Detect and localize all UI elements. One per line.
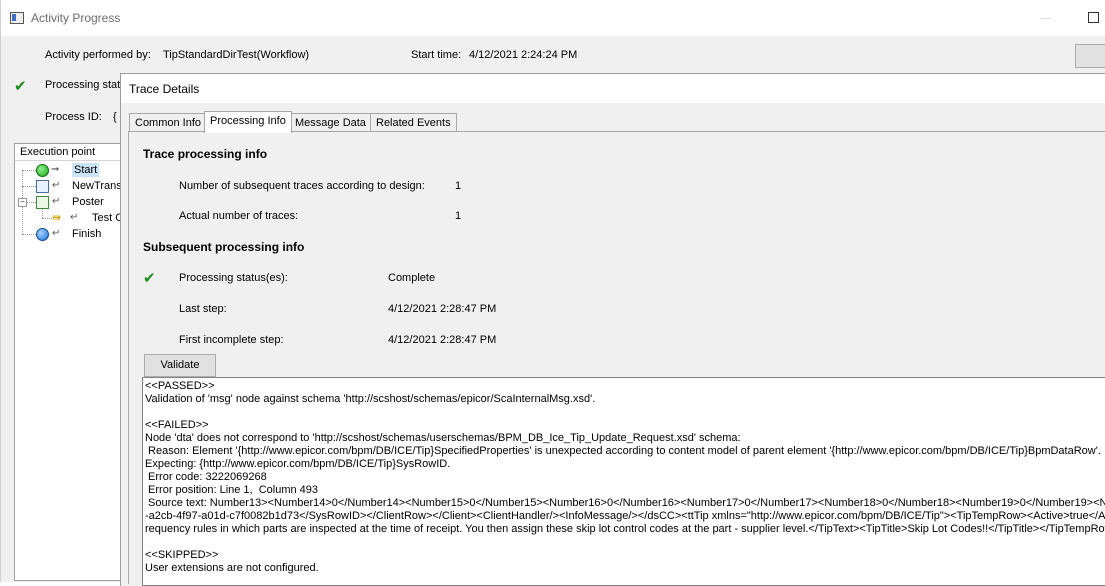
process-id-value: { xyxy=(113,111,117,123)
validation-log[interactable]: <<PASSED>> Validation of 'msg' node agai… xyxy=(142,377,1105,586)
processing-status-label: Processing stat xyxy=(45,79,121,91)
complete-check-icon: ✔ xyxy=(143,270,156,287)
last-step-value: 4/12/2021 2:28:47 PM xyxy=(388,303,497,315)
execution-header-label: Execution point xyxy=(20,146,96,158)
log-line: User extensions are not configured. xyxy=(145,562,319,574)
processing-info-panel: Trace processing info Number of subseque… xyxy=(128,131,1105,586)
actual-traces-label: Actual number of traces: xyxy=(179,210,299,222)
return-arrow-icon: ↵ xyxy=(52,228,61,239)
window-title: Activity Progress xyxy=(31,11,121,25)
subsequent-processing-heading: Subsequent processing info xyxy=(143,240,305,254)
log-line: Expecting: {http://www.epicor.com/bpm/DB… xyxy=(145,458,451,470)
log-line: Reason: Element '{http://www.epicor.com/… xyxy=(145,445,1101,457)
minimize-button[interactable] xyxy=(1041,18,1051,19)
tree-item-label: Finish xyxy=(72,228,102,240)
process-id-label: Process ID: xyxy=(45,111,102,123)
subsequent-traces-value: 1 xyxy=(455,180,462,192)
log-line: <<PASSED>> xyxy=(145,380,215,392)
top-right-button[interactable] xyxy=(1075,44,1105,68)
log-line: Source text: Number13><Number14>0</Numbe… xyxy=(145,497,1105,509)
tree-line xyxy=(42,218,52,219)
execution-header[interactable]: Execution point xyxy=(15,144,127,161)
poster-icon xyxy=(36,196,49,209)
start-time-value: 4/12/2021 2:24:24 PM xyxy=(469,49,578,61)
app-icon xyxy=(10,12,24,24)
validate-button[interactable]: Validate xyxy=(144,354,216,377)
tree-item-label: Test C xyxy=(92,212,124,224)
tree-line xyxy=(22,234,36,235)
start-time-label: Start time: xyxy=(411,49,462,61)
status-check-icon: ✔ xyxy=(14,78,27,95)
activity-progress-window: Activity Progress Activity performed by:… xyxy=(0,0,1105,586)
collapse-toggle-icon[interactable]: − xyxy=(18,198,27,207)
processing-status-label: Processing status(es): xyxy=(179,272,288,284)
log-line: Node 'dta' does not correspond to 'http:… xyxy=(145,432,741,444)
tree-item-label: Poster xyxy=(72,196,104,208)
last-step-label: Last step: xyxy=(179,303,227,315)
tab-message-data[interactable]: Message Data xyxy=(289,113,372,132)
condition-icon: ⇛ xyxy=(52,212,62,224)
trace-title: Trace Details xyxy=(129,82,200,96)
arrow-right-icon: ➞ xyxy=(51,164,60,175)
title-bar: Activity Progress xyxy=(1,0,1105,36)
maximize-button[interactable] xyxy=(1088,12,1099,23)
log-line: <<SKIPPED>> xyxy=(145,549,219,561)
first-incomplete-value: 4/12/2021 2:28:47 PM xyxy=(388,334,497,346)
log-line: <<FAILED>> xyxy=(145,419,209,431)
tree-line xyxy=(22,186,36,187)
tab-common-info[interactable]: Common Info xyxy=(129,113,208,132)
tree-item-label: Start xyxy=(72,163,100,177)
transform-icon xyxy=(36,180,49,193)
actual-traces-value: 1 xyxy=(455,210,462,222)
log-line: Validation of 'msg' node against schema … xyxy=(145,393,596,405)
tree-line xyxy=(42,208,43,218)
performed-by-value: TipStandardDirTest(Workflow) xyxy=(163,49,310,61)
trace-title-bar: Trace Details xyxy=(121,74,1105,103)
tab-processing-info[interactable]: Processing Info xyxy=(204,111,292,133)
start-node-icon xyxy=(36,164,49,177)
processing-status-value: Complete xyxy=(388,272,436,284)
tree-item-label: NewTrans xyxy=(72,180,122,192)
execution-tree[interactable]: Execution point ➞ Start ↵ NewTrans − ↵ P… xyxy=(14,143,128,581)
log-line: requency rules in which parts are inspec… xyxy=(145,523,1105,535)
log-line: Error code: 3222069268 xyxy=(145,471,267,483)
performed-by-label: Activity performed by: xyxy=(45,49,151,61)
trace-details-dialog: Trace Details Common Info Processing Inf… xyxy=(120,73,1105,586)
subsequent-traces-label: Number of subsequent traces according to… xyxy=(179,180,425,192)
trace-processing-heading: Trace processing info xyxy=(143,147,268,161)
tab-related-events[interactable]: Related Events xyxy=(370,113,457,132)
return-arrow-icon: ↵ xyxy=(52,180,61,191)
return-arrow-icon: ↵ xyxy=(70,212,79,223)
return-arrow-icon: ↵ xyxy=(52,196,61,207)
log-line: -a2cb-4f97-a01d-c7f0082b1d73</SysRowID><… xyxy=(145,510,1105,522)
first-incomplete-label: First incomplete step: xyxy=(179,334,284,346)
finish-node-icon xyxy=(36,228,49,241)
tree-line xyxy=(22,170,36,171)
tree-line xyxy=(27,202,36,203)
log-line: Error position: Line 1, Column 493 xyxy=(145,484,319,496)
